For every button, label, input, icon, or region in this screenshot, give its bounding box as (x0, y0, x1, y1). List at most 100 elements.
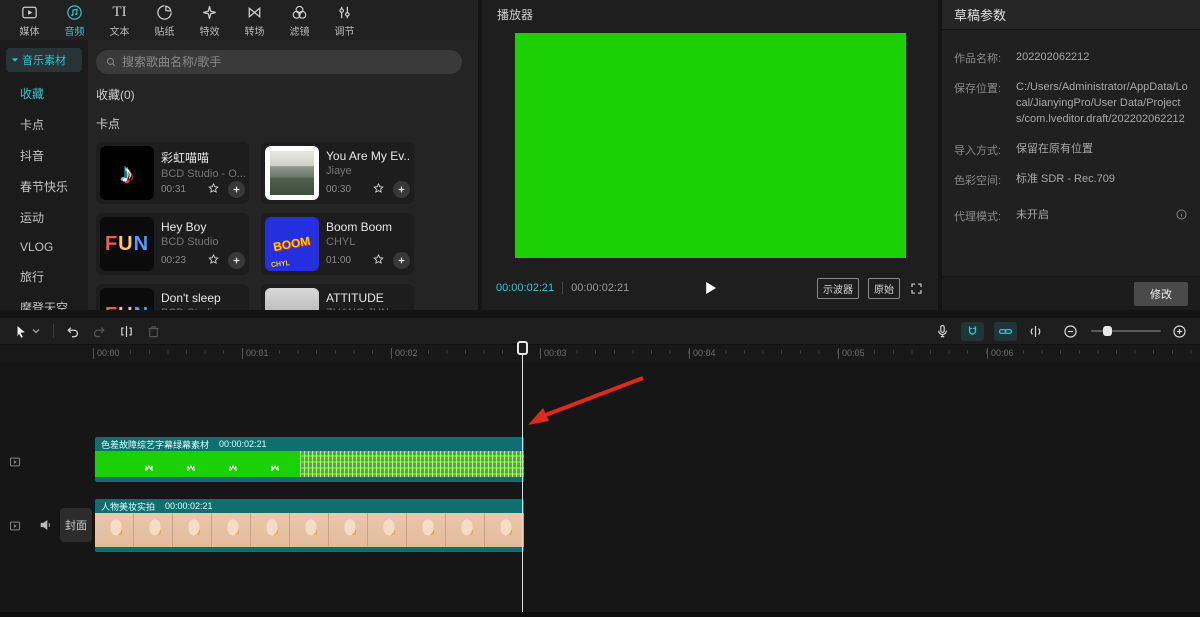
play-button[interactable] (699, 277, 721, 299)
zoom-slider-handle[interactable] (1103, 326, 1112, 336)
favorite-star-button[interactable] (207, 253, 223, 269)
song-artist: BCD Studio (161, 236, 245, 248)
zoom-out-button[interactable] (1062, 323, 1079, 340)
ruler-label: 00:00 (93, 348, 120, 359)
fullscreen-icon[interactable] (909, 281, 924, 296)
tab-filter[interactable]: 滤镜 (278, 3, 321, 38)
tab-text[interactable]: TI 文本 (98, 3, 141, 38)
add-to-track-button[interactable] (393, 181, 410, 198)
tab-media-label: 媒体 (20, 23, 40, 38)
info-icon[interactable] (1175, 208, 1188, 221)
field-label-location: 保存位置: (954, 80, 1016, 128)
sidebar-item-vlog[interactable]: VLOG (0, 233, 88, 261)
modify-button[interactable]: 修改 (1134, 282, 1188, 306)
field-label-proxy: 代理模式: (954, 208, 1016, 224)
tab-audio[interactable]: 音频 (53, 3, 96, 38)
sidebar-item-modernsky[interactable]: 摩登天空 (0, 292, 88, 310)
chevron-down-icon (11, 56, 19, 64)
tab-adjust[interactable]: 调节 (323, 3, 366, 38)
sidebar-group-music[interactable]: 音乐素材 (6, 48, 82, 72)
glitch-text-region (300, 451, 524, 477)
song-title: Hey Boy (161, 220, 245, 234)
clip-duration: 00:00:02:21 (165, 501, 213, 511)
timeline: 00:00 00:01 00:02 00:03 00:04 00:05 00:0… (0, 318, 1200, 617)
album-art (265, 288, 319, 310)
record-voiceover-button[interactable] (934, 323, 951, 340)
song-artist: BCD Studio - O... (161, 168, 245, 180)
redo-icon (91, 323, 108, 340)
sidebar-item-sports[interactable]: 运动 (0, 202, 88, 233)
favorite-star-button[interactable] (372, 182, 388, 198)
favorite-star-button[interactable] (372, 253, 388, 269)
timeline-toolbar (0, 318, 1200, 345)
time-ruler[interactable]: 00:00 00:01 00:02 00:03 00:04 00:05 00:0… (0, 345, 1200, 362)
greenscreen-clip[interactable]: 色差故障综艺字幕绿幕素材 00:00:02:21 (95, 437, 524, 482)
sidebar-item-douyin[interactable]: 抖音 (0, 140, 88, 171)
song-title: Don't sleep (161, 291, 245, 305)
music-card[interactable]: BOOMCHYL Boom Boom CHYL 01:00 (261, 213, 414, 275)
tiktok-note-icon: ♪ (100, 146, 154, 200)
audio-category-sidebar: 音乐素材 收藏 卡点 抖音 春节快乐 运动 VLOG 旅行 摩登天空 (0, 40, 88, 310)
search-input[interactable] (122, 55, 453, 69)
playhead-handle[interactable] (517, 341, 528, 355)
sidebar-item-beatsync[interactable]: 卡点 (0, 109, 88, 140)
add-to-track-button[interactable] (228, 181, 245, 198)
player-controls: 00:00:02:21 00:00:02:21 示波器 原始 (482, 266, 938, 310)
sidebar-item-favorites[interactable]: 收藏 (0, 78, 88, 109)
music-card[interactable]: ♪ 彩虹喵喵 BCD Studio - O... 00:31 (96, 142, 249, 204)
music-card[interactable]: You Are My Ev... Jiaye 00:30 (261, 142, 414, 204)
split-button[interactable] (118, 323, 135, 340)
track-toggle-icon[interactable] (8, 519, 22, 533)
ruler-label: 00:03 (540, 348, 567, 359)
tab-effects-label: 特效 (200, 23, 220, 38)
delete-button[interactable] (145, 323, 162, 340)
sidebar-item-spring-festival[interactable]: 春节快乐 (0, 171, 88, 202)
music-card[interactable]: ATTITUDE ZHANG JUN (261, 284, 414, 310)
search-icon (105, 56, 117, 68)
tab-effects[interactable]: 特效 (188, 3, 231, 38)
music-card-grid: ♪ 彩虹喵喵 BCD Studio - O... 00:31 (96, 142, 414, 310)
zoom-in-icon (1171, 323, 1188, 340)
beatsync-header: 卡点 (96, 115, 468, 132)
asset-panel: 媒体 音频 TI 文本 贴纸 特效 (0, 0, 478, 310)
clip-name: 人物美妆实拍 (101, 500, 155, 513)
redo-button[interactable] (91, 323, 108, 340)
album-art: FUN (100, 288, 154, 310)
music-card[interactable]: FUN Hey Boy BCD Studio 00:23 (96, 213, 249, 275)
main-toolbar: 媒体 音频 TI 文本 贴纸 特效 (0, 0, 478, 40)
snap-toggle-button[interactable] (961, 322, 984, 341)
preview-axis-icon (1027, 323, 1044, 340)
sidebar-item-travel[interactable]: 旅行 (0, 261, 88, 292)
zoom-in-button[interactable] (1171, 323, 1188, 340)
album-art (265, 146, 319, 200)
tab-transition[interactable]: 转场 (233, 3, 276, 38)
search-bar[interactable] (96, 50, 462, 74)
original-button[interactable]: 原始 (868, 278, 900, 299)
total-time: 00:00:02:21 (562, 282, 629, 294)
album-art: BOOMCHYL (265, 217, 319, 271)
speaker-icon[interactable] (38, 517, 54, 533)
preview-canvas (515, 33, 906, 258)
favorite-star-button[interactable] (207, 182, 223, 198)
link-toggle-button[interactable] (994, 322, 1017, 341)
song-duration: 00:30 (326, 184, 351, 195)
add-to-track-button[interactable] (393, 252, 410, 269)
tab-media[interactable]: 媒体 (8, 3, 51, 38)
undo-button[interactable] (64, 323, 81, 340)
track-toggle-icon[interactable] (8, 455, 22, 469)
beauty-footage-clip[interactable]: 人物美妆实拍 00:00:02:21 (95, 499, 524, 552)
tab-sticker[interactable]: 贴纸 (143, 3, 186, 38)
select-tool-button[interactable] (12, 323, 41, 340)
zoom-slider[interactable] (1091, 330, 1161, 332)
video-editor-app: 媒体 音频 TI 文本 贴纸 特效 (0, 0, 1200, 617)
divider (53, 324, 54, 338)
oscilloscope-button[interactable]: 示波器 (817, 278, 859, 299)
music-library: 收藏(0) 卡点 ♪ 彩虹喵喵 BCD Studio - O... 00:31 (88, 40, 478, 310)
music-card[interactable]: FUN Don't sleep BCD Studio (96, 284, 249, 310)
current-time: 00:00:02:21 (496, 282, 554, 294)
cover-button[interactable]: 封面 (60, 508, 92, 542)
ruler-label: 00:01 (242, 348, 269, 359)
preview-axis-button[interactable] (1027, 323, 1044, 340)
sticker-icon (155, 3, 174, 22)
add-to-track-button[interactable] (228, 252, 245, 269)
